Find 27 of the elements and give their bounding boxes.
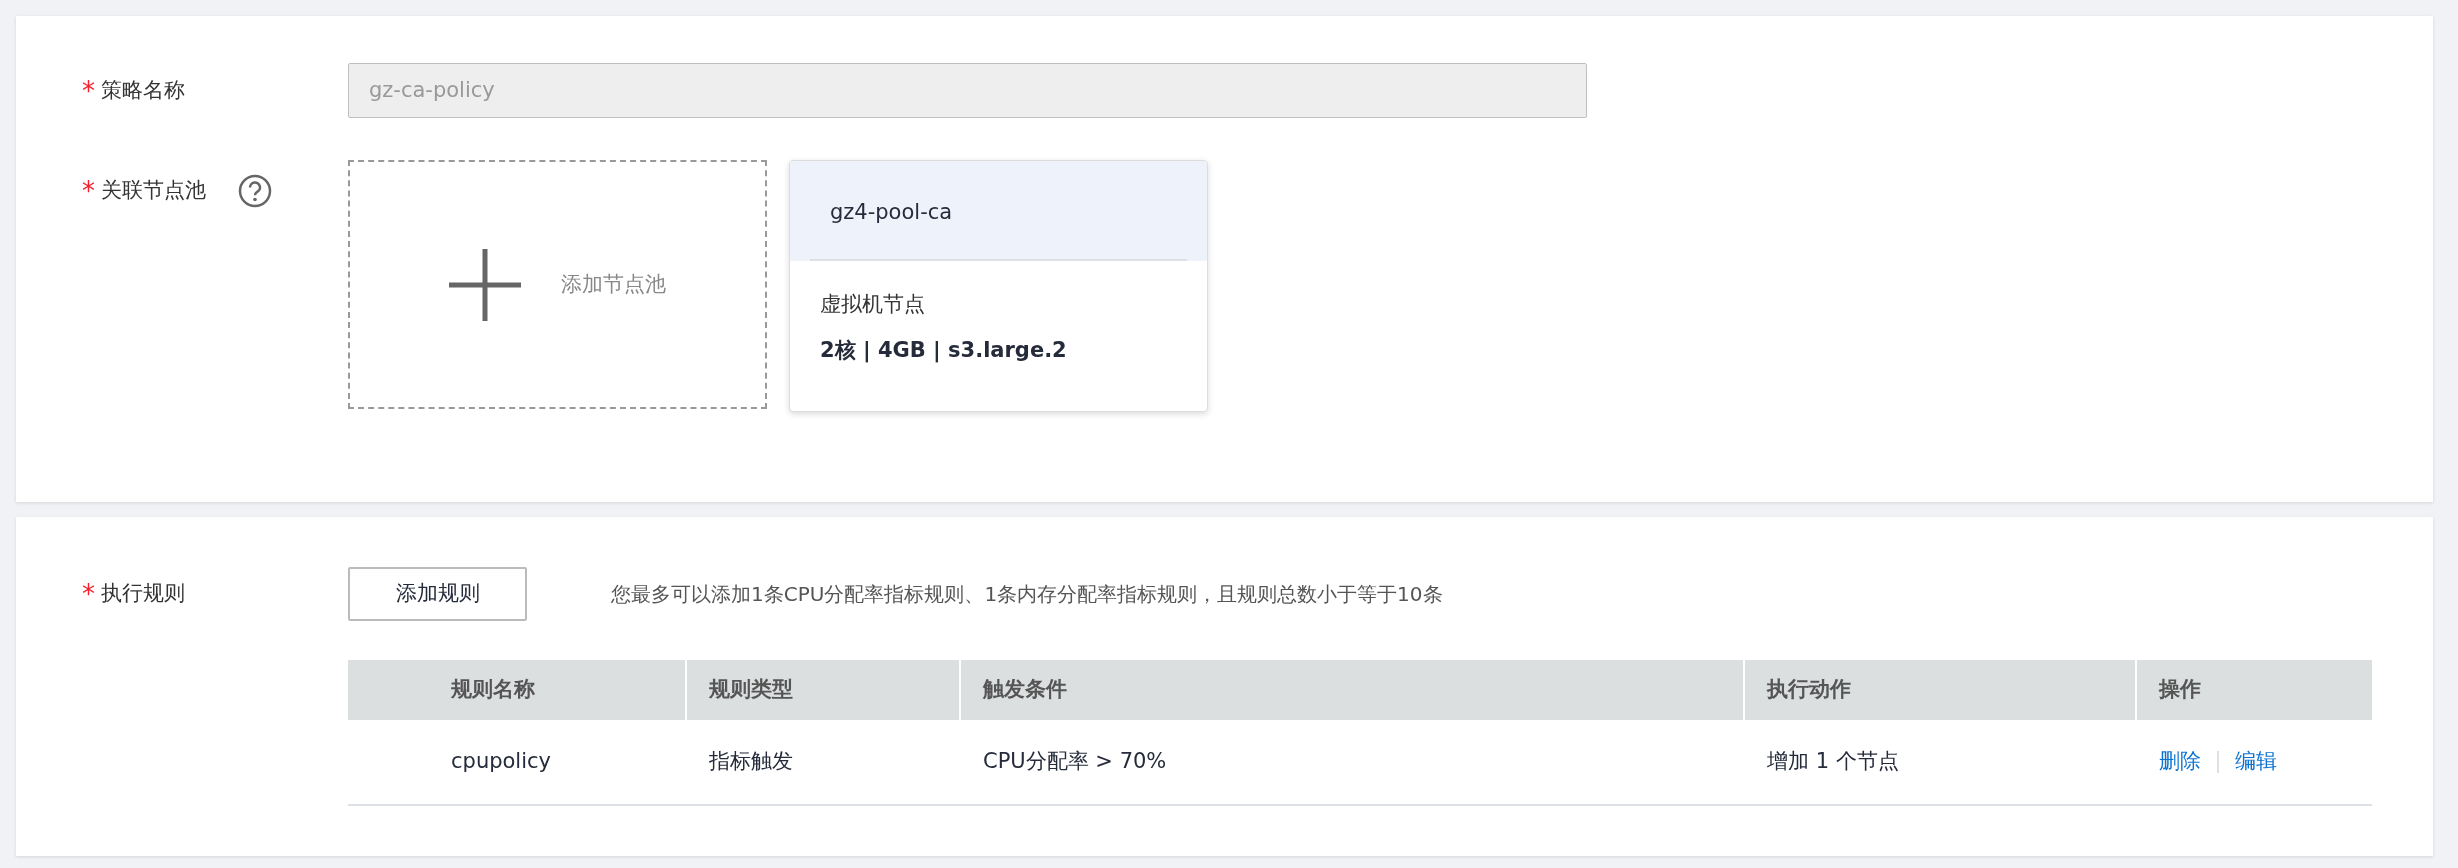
- table-cell: cpupolicy: [451, 749, 551, 774]
- table-cell: CPU分配率 > 70%: [983, 749, 1167, 774]
- column-header: 规则名称: [451, 676, 535, 704]
- action-link[interactable]: 编辑: [2235, 746, 2277, 778]
- column-header: 执行动作: [1767, 676, 1851, 704]
- column-header: 规则类型: [709, 676, 793, 704]
- field-label: 策略名称: [101, 76, 185, 104]
- table-cell: 增加 1 个节点: [1767, 749, 1899, 774]
- add-label: 添加节点池: [561, 270, 666, 298]
- field-label: 执行规则: [101, 580, 185, 608]
- plus-icon: [449, 248, 521, 321]
- hint-text: 您最多可以添加1条CPU分配率指标规则、1条内存分配率指标规则，且规则总数小于等于10条: [611, 581, 1443, 608]
- node-pool-card[interactable]: gz4-pool-ca 虚拟机节点 2核 | 4GB | s3.large.2: [789, 160, 1208, 412]
- help-icon[interactable]: [238, 174, 272, 208]
- field-label: 关联节点池: [101, 177, 206, 205]
- table-cell: 指标触发: [709, 749, 793, 774]
- required-mark: *: [82, 581, 95, 607]
- column-header: 触发条件: [983, 676, 1067, 704]
- action-link[interactable]: 删除: [2159, 746, 2201, 778]
- required-mark: *: [82, 178, 95, 204]
- pool-name: gz4-pool-ca: [830, 200, 953, 224]
- node-specs: 2核 | 4GB | s3.large.2: [820, 336, 1068, 365]
- add-rule-button[interactable]: 添加规则: [348, 567, 527, 621]
- required-mark: *: [82, 77, 95, 104]
- add-node-pool-button[interactable]: 添加节点池: [348, 160, 767, 409]
- column-header: 操作: [2159, 676, 2201, 704]
- node-type: 虚拟机节点: [820, 291, 926, 318]
